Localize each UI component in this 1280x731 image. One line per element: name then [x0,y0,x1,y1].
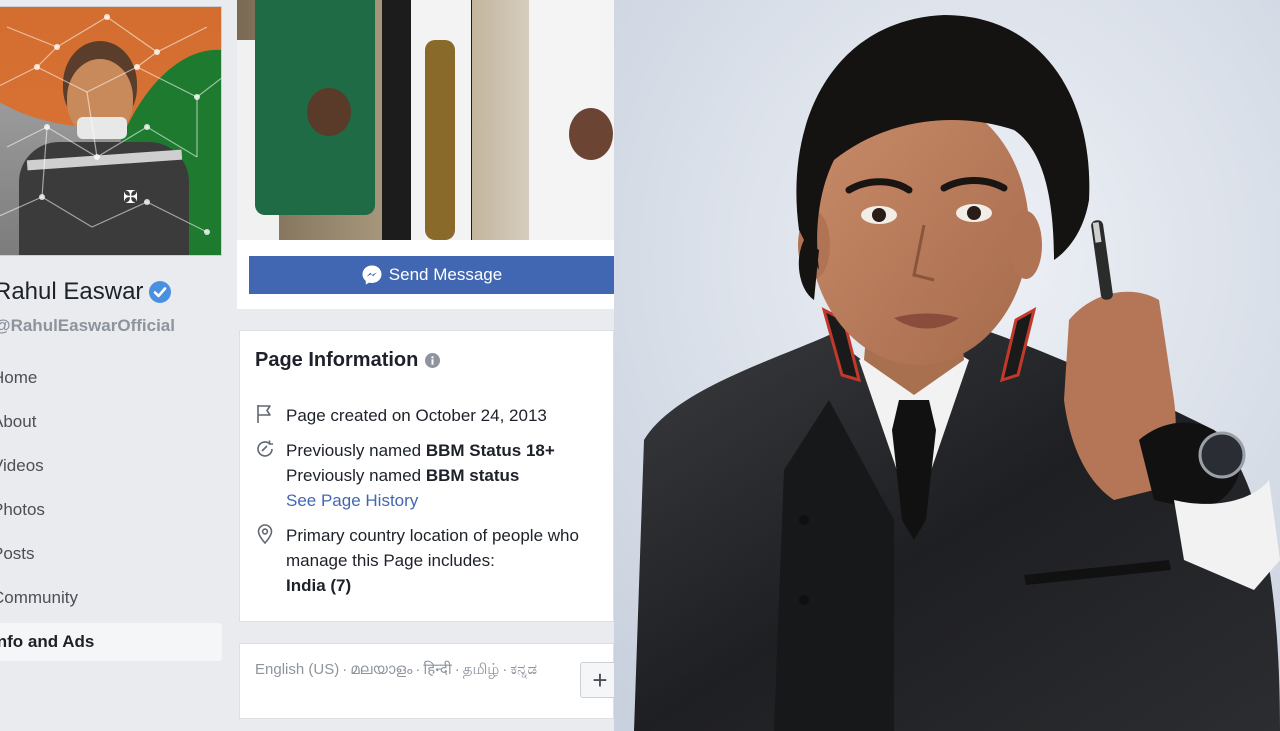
previous-name-1: Previously named BBM Status 18+ [286,441,555,460]
location-pin-icon [257,524,273,545]
network-overlay-icon [0,14,221,235]
created-row: Page created on October 24, 2013 [254,403,547,428]
previous-name-2: Previously named BBM status [286,466,520,485]
page-created-text: Page created on October 24, 2013 [286,406,547,425]
flag-icon [257,405,271,423]
location-row: Primary country location of people who m… [254,523,606,598]
nav-item-community[interactable]: Community [0,576,222,620]
page-name[interactable]: Rahul Easwar [0,278,172,306]
language-hindi[interactable]: हिन्दी [423,661,451,678]
language-tamil[interactable]: தமிழ் [463,661,500,678]
send-message-button[interactable]: Send Message [249,256,614,294]
message-card: Send Message [237,240,614,309]
page-information-heading: Page Information [255,349,441,372]
screenshot-stage: ✠ Rahul Easwar @RahulEaswarOfficial ome … [0,0,1280,731]
location-description: Primary country location of people who m… [286,526,579,570]
page-nav: Home About Videos Photos Posts Community… [0,356,222,661]
page-handle[interactable]: @RahulEaswarOfficial [0,316,175,336]
language-kannada[interactable]: ಕನ್ನಡ [510,661,537,678]
add-language-button[interactable]: + [580,662,614,698]
verified-badge-icon [149,281,172,303]
history-icon [257,440,273,457]
facebook-page-panel: ✠ Rahul Easwar @RahulEaswarOfficial ome … [0,0,614,731]
previous-names-text: Previously named BBM Status 18+ Previous… [286,438,555,513]
language-malayalam[interactable]: മലയാളം [350,661,412,678]
see-page-history-link[interactable]: See Page History [286,488,555,513]
location-text: Primary country location of people who m… [286,523,606,598]
language-card: English (US) · മലയാളം · हिन्दी · தமிழ் · ಕನ್ನಡ + [239,643,614,719]
page-information-title: Page Information [255,349,419,371]
previous-names-row: Previously named BBM Status 18+ Previous… [254,438,555,513]
send-message-label: Send Message [388,265,503,284]
cover-photo[interactable] [237,0,614,240]
nav-item-about[interactable]: About [0,400,222,444]
location-country: India (7) [286,576,352,595]
info-icon[interactable] [425,353,441,368]
page-information-card: Page Information Page created on October… [239,330,614,622]
page-name-text: Rahul Easwar [0,278,144,305]
nav-item-info-and-ads[interactable]: Info and Ads [0,623,222,661]
nav-item-videos[interactable]: Videos [0,444,222,488]
nav-item-home[interactable]: Home [0,356,222,400]
language-list: English (US) · മലയാളം · हिन्दी · தமிழ் · ಕನ್ನಡ [255,661,537,678]
language-english-us[interactable]: English (US) [255,661,339,678]
messenger-icon [362,265,382,285]
nav-item-photos[interactable]: Photos [0,488,222,532]
nav-item-posts[interactable]: Posts [0,532,222,576]
portrait-photo [614,0,1280,731]
portrait-illustration [614,0,1280,731]
profile-picture[interactable]: ✠ [0,6,222,256]
